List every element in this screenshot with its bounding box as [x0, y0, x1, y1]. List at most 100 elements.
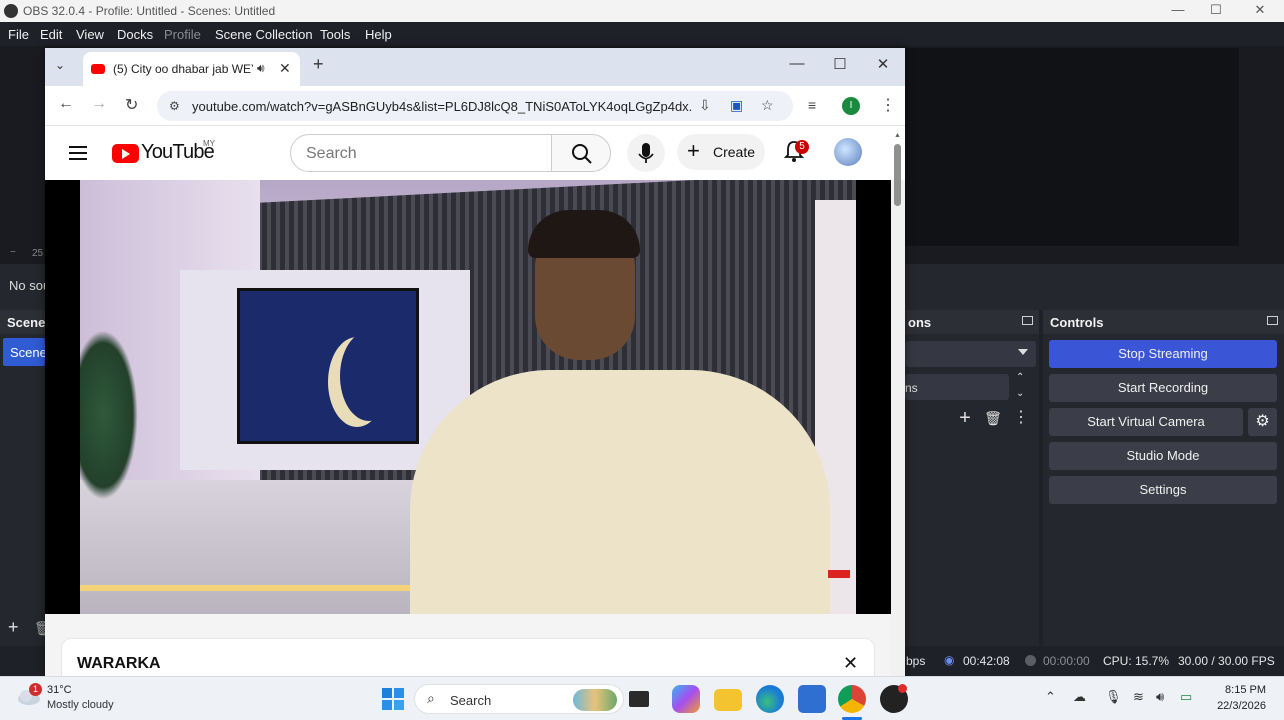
undock-icon[interactable] — [1022, 316, 1033, 325]
menu-tools[interactable]: Tools — [320, 27, 350, 42]
microphone-tray-icon[interactable]: 🎙︎ — [1105, 689, 1122, 705]
forward-arrow-icon[interactable]: → — [91, 95, 107, 113]
weather-temperature[interactable]: 31°C — [47, 684, 72, 696]
transition-select[interactable] — [905, 341, 1036, 367]
preview-zoom-strip: − 25 — [0, 246, 45, 262]
windows-start-icon[interactable] — [379, 685, 407, 713]
edge-browser-icon[interactable] — [756, 685, 784, 713]
taskbar-time[interactable]: 8:15 PM — [1218, 684, 1266, 696]
chrome-toolbar: ← → ↻ ⚙ youtube.com/watch?v=gASBnGUyb4s&… — [45, 86, 905, 126]
menu-help[interactable]: Help — [365, 27, 392, 42]
transition-duration-field[interactable]: ns — [905, 374, 1009, 400]
start-virtual-camera-button[interactable]: Start Virtual Camera — [1049, 408, 1243, 436]
youtube-favicon-icon — [91, 64, 105, 74]
copilot-icon[interactable] — [672, 685, 700, 713]
volume-icon[interactable]: 🔊︎ — [1156, 689, 1164, 705]
chat-panel: WARARKA ✕ — [61, 638, 875, 676]
weather-description[interactable]: Mostly cloudy — [47, 699, 114, 711]
scenes-dock-header: Scene — [0, 310, 45, 334]
create-button[interactable]: + Create — [677, 134, 765, 170]
youtube-search-button[interactable] — [551, 134, 611, 172]
stepper-up-icon[interactable]: ⌃ — [1016, 372, 1024, 383]
search-icon — [572, 144, 592, 164]
search-icon: ⌕ — [427, 690, 435, 706]
fps-readout: 30.00 / 30.00 FPS — [1178, 654, 1275, 668]
tray-overflow-chevron-icon[interactable]: ⌃ — [1045, 689, 1056, 705]
person-shirt — [410, 370, 830, 614]
obs-logo-icon — [4, 4, 18, 18]
back-arrow-icon[interactable]: ← — [58, 95, 74, 113]
profile-avatar[interactable]: I — [842, 97, 860, 115]
add-transition-icon[interactable]: + — [954, 407, 976, 429]
file-explorer-icon[interactable] — [714, 689, 742, 711]
voice-search-button[interactable] — [627, 134, 665, 172]
scene-list-item[interactable]: Scene — [3, 338, 47, 366]
taskbar-search-box[interactable]: ⌕ Search — [414, 684, 624, 714]
menu-edit[interactable]: Edit — [40, 27, 62, 42]
task-view-icon[interactable] — [629, 691, 649, 707]
microsoft-store-icon[interactable] — [798, 685, 826, 713]
zoom-out-icon[interactable]: − — [10, 247, 16, 258]
undock-icon[interactable] — [1267, 316, 1278, 325]
recording-indicator-dot — [898, 684, 907, 693]
panel-title: WARARKA — [77, 655, 161, 672]
speaker-icon[interactable]: 🔊︎ — [257, 61, 265, 76]
scenes-dock-title: Scene — [7, 315, 46, 330]
install-app-icon[interactable]: ⇩ — [699, 97, 711, 114]
maximize-icon[interactable]: ☐ — [1206, 2, 1226, 18]
url-text: youtube.com/watch?v=gASBnGUyb4s&list=PL6… — [192, 99, 692, 114]
menu-docks[interactable]: Docks — [117, 27, 153, 42]
chrome-close-icon[interactable]: ✕ — [871, 55, 895, 73]
bookmark-star-icon[interactable]: ☆ — [761, 97, 774, 114]
close-icon[interactable]: ✕ — [1250, 2, 1270, 18]
chrome-maximize-icon[interactable]: ☐ — [828, 55, 852, 73]
reload-icon[interactable]: ↻ — [125, 95, 138, 115]
chrome-minimize-icon[interactable]: — — [785, 55, 809, 72]
menu-view[interactable]: View — [76, 27, 104, 42]
duration-fragment: ns — [905, 381, 918, 395]
video-player[interactable] — [45, 180, 891, 614]
panel-close-icon[interactable]: ✕ — [843, 653, 858, 674]
virtual-camera-settings-gear-icon[interactable]: ⚙ — [1248, 408, 1277, 436]
youtube-logo-icon[interactable] — [112, 144, 139, 163]
page-scrollbar-thumb[interactable] — [894, 144, 901, 206]
video-frame[interactable] — [80, 180, 856, 614]
studio-mode-button[interactable]: Studio Mode — [1049, 442, 1277, 470]
weather-alert-badge: 1 — [29, 683, 42, 696]
chrome-taskbar-icon[interactable] — [838, 685, 866, 713]
scroll-up-arrow-icon[interactable]: ▲ — [894, 132, 901, 139]
stepper-down-icon[interactable]: ⌄ — [1016, 388, 1024, 399]
wifi-icon[interactable]: ≋ — [1133, 689, 1144, 705]
chrome-menu-icon[interactable]: ⋮ — [880, 95, 896, 115]
tab-close-icon[interactable]: ✕ — [279, 60, 291, 77]
youtube-search-input[interactable]: Search — [290, 134, 552, 172]
cloud-off-icon[interactable]: ☁ — [1073, 689, 1086, 705]
add-scene-icon[interactable]: + — [8, 617, 19, 638]
menu-file[interactable]: File — [8, 27, 29, 42]
stream-time: 00:42:08 — [963, 654, 1010, 668]
battery-icon[interactable]: ▭ — [1180, 689, 1192, 705]
obs-preview-canvas[interactable] — [905, 48, 1239, 246]
browser-tab-active[interactable]: (5) City oo dhabar jab WEYN 🔊︎ ✕ — [83, 52, 300, 86]
channel-avatar[interactable] — [834, 138, 862, 166]
tab-search-chevron-icon[interactable]: ⌄ — [55, 58, 65, 72]
taskbar-date[interactable]: 22/3/2026 — [1210, 700, 1266, 712]
settings-button[interactable]: Settings — [1049, 476, 1277, 504]
menu-profile[interactable]: Profile — [164, 27, 201, 42]
subscribe-watermark — [828, 570, 850, 578]
site-info-icon[interactable]: ⚙ — [169, 99, 180, 113]
delete-transition-icon[interactable]: 🗑 — [982, 407, 1004, 429]
hamburger-menu-icon[interactable] — [69, 146, 87, 160]
address-bar[interactable]: ⚙ youtube.com/watch?v=gASBnGUyb4s&list=P… — [157, 91, 793, 121]
tab-title: (5) City oo dhabar jab WEYN — [113, 62, 253, 76]
minimize-icon[interactable]: — — [1168, 2, 1188, 17]
stop-streaming-button[interactable]: Stop Streaming — [1049, 340, 1277, 368]
menu-scene-collection[interactable]: Scene Collection — [215, 27, 313, 42]
new-tab-icon[interactable]: + — [313, 54, 324, 75]
page-scrollbar-track[interactable] — [891, 180, 905, 676]
chevron-down-icon — [1018, 349, 1028, 355]
media-controls-icon[interactable]: ≡ — [808, 97, 816, 113]
more-options-icon[interactable]: ⋮ — [1010, 407, 1032, 429]
google-lens-icon[interactable]: ▣ — [730, 97, 743, 114]
start-recording-button[interactable]: Start Recording — [1049, 374, 1277, 402]
